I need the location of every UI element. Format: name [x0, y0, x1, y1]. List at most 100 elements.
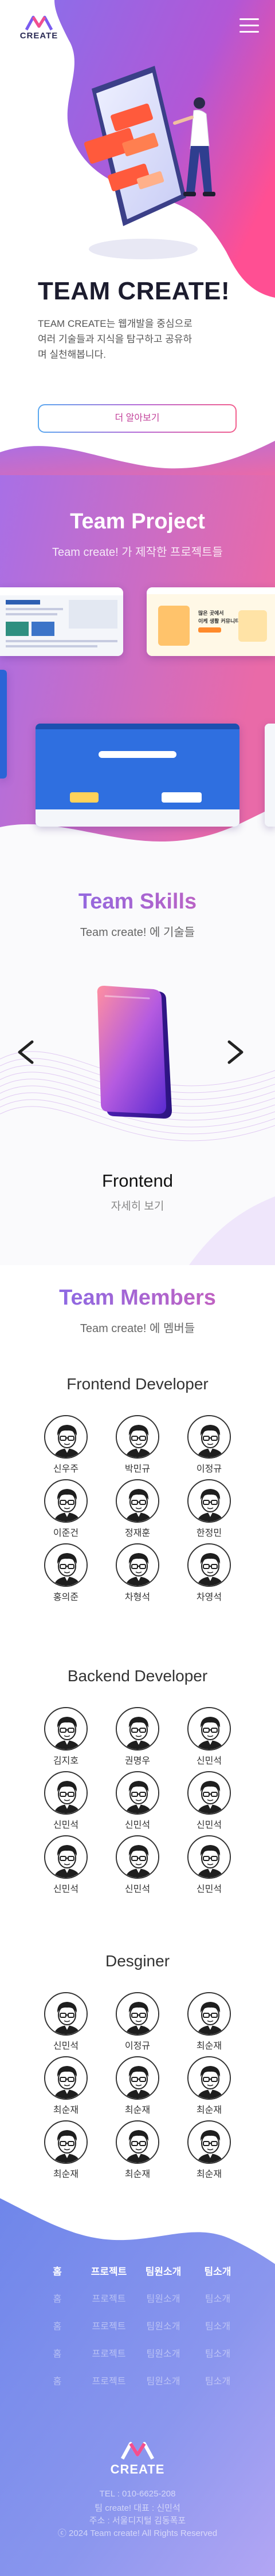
member-name: 신민석 [196, 1756, 222, 1766]
member-name: 차영석 [196, 1593, 222, 1602]
project-thumbnail[interactable] [36, 724, 239, 827]
member-name: 김지호 [53, 1756, 79, 1766]
footer-nav-link[interactable]: 홈 [34, 2291, 80, 2305]
footer-nav-link[interactable]: 팀원소개 [140, 2291, 186, 2305]
member-avatar [44, 1707, 88, 1751]
member-card[interactable]: 최순재 [112, 2120, 163, 2180]
member-card[interactable]: 최순재 [183, 1992, 235, 2052]
logo-text: CREATE [19, 31, 58, 41]
member-name: 차형석 [124, 1593, 151, 1602]
member-name: 최순재 [196, 2170, 222, 2179]
footer-logo[interactable]: CREATE [103, 2441, 172, 2477]
member-name: 신민석 [124, 1820, 151, 1830]
project-thumbnail-edge[interactable] [265, 724, 275, 827]
footer-nav-link[interactable]: 프로젝트 [86, 2318, 132, 2332]
project-thumbnail-edge[interactable] [0, 670, 7, 779]
skills-title: Team Skills [0, 890, 275, 914]
member-name: 권명우 [124, 1756, 151, 1766]
project-thumbnail[interactable]: 많은 곳에서 이케 생활 커뮤니티! [147, 587, 275, 656]
member-card[interactable]: 최순재 [40, 2056, 92, 2116]
footer-nav-link[interactable]: 팀원소개 [140, 2346, 186, 2360]
chevron-left-icon[interactable] [13, 1035, 38, 1069]
project-subtitle: Team create! 가 제작한 프로젝트들 [52, 546, 223, 559]
member-card[interactable]: 차형석 [112, 1543, 163, 1603]
member-card[interactable]: 박민규 [112, 1415, 163, 1475]
member-avatar [44, 1543, 88, 1587]
member-card[interactable]: 최순재 [40, 2120, 92, 2180]
footer-nav-link[interactable]: 팀소개 [195, 2318, 241, 2332]
footer-nav-link[interactable]: 팀원소개 [140, 2318, 186, 2332]
hero-title: TEAM CREATE! [38, 277, 230, 305]
chevron-right-icon[interactable] [223, 1035, 249, 1069]
member-card[interactable]: 신민석 [40, 1992, 92, 2052]
member-avatar [44, 1415, 88, 1459]
member-card[interactable]: 최순재 [183, 2120, 235, 2180]
member-name: 신민석 [53, 1820, 79, 1830]
member-card[interactable]: 신민석 [40, 1771, 92, 1831]
member-avatar [44, 2056, 88, 2100]
member-card[interactable]: 최순재 [183, 2056, 235, 2116]
member-name: 신민석 [124, 1884, 151, 1894]
footer-nav-heading[interactable]: 홈 [34, 2263, 80, 2278]
member-card[interactable]: 김지호 [40, 1707, 92, 1767]
footer-copyright: ⓒ 2024 Team create! All Rights Reserved [57, 2528, 218, 2538]
member-card[interactable]: 신민석 [183, 1835, 235, 1895]
member-card[interactable]: 홍의준 [40, 1543, 92, 1603]
member-card[interactable]: 신민석 [112, 1771, 163, 1831]
footer-nav-link[interactable]: 홈 [34, 2373, 80, 2387]
project-thumbnail[interactable] [0, 587, 123, 656]
member-avatar [44, 1992, 88, 2036]
skill-more-link[interactable]: 자세히 보기 [0, 1198, 275, 1213]
member-avatar [116, 2056, 159, 2100]
member-avatar [116, 1992, 159, 2036]
member-name: 최순재 [196, 2041, 222, 2051]
footer-nav-heading[interactable]: 프로젝트 [86, 2263, 132, 2278]
member-card[interactable]: 신민석 [112, 1835, 163, 1895]
member-card[interactable]: 이정규 [183, 1415, 235, 1475]
footer-nav-link[interactable]: 팀원소개 [140, 2373, 186, 2387]
hero-section: CREATE TEAM CREATE! TEAM CREATE는 웹개발을 중심… [0, 0, 275, 475]
member-avatar [44, 1771, 88, 1815]
member-card[interactable]: 신민석 [40, 1835, 92, 1895]
footer-nav-heading[interactable]: 팀소개 [195, 2263, 241, 2278]
member-card[interactable]: 정재훈 [112, 1479, 163, 1539]
member-name: 박민규 [124, 1464, 151, 1474]
hero-desc-line: TEAM CREATE는 웹개발을 중심으로 [38, 318, 192, 329]
member-avatar [187, 1992, 231, 2036]
member-name: 한정민 [196, 1528, 222, 1538]
footer-nav-link[interactable]: 프로젝트 [86, 2346, 132, 2360]
member-card[interactable]: 차영석 [183, 1543, 235, 1603]
footer-nav-link[interactable]: 프로젝트 [86, 2291, 132, 2305]
member-name: 최순재 [53, 2170, 79, 2179]
member-card[interactable]: 한정민 [183, 1479, 235, 1539]
members-title: Team Members [0, 1286, 275, 1310]
member-card[interactable]: 이정규 [112, 1992, 163, 2052]
member-card[interactable]: 신민석 [183, 1707, 235, 1767]
footer-nav-link[interactable]: 팀소개 [195, 2291, 241, 2305]
member-name: 최순재 [196, 2105, 222, 2115]
member-card[interactable]: 신민석 [183, 1771, 235, 1831]
site-footer: CREATE TEL : 010-6625-208 팀 create! 대표 :… [0, 2198, 275, 2576]
logo-mark-icon [25, 15, 53, 31]
member-name: 이준건 [53, 1528, 79, 1538]
footer-nav-heading[interactable]: 팀원소개 [140, 2263, 186, 2278]
footer-nav-link[interactable]: 홈 [34, 2318, 80, 2332]
device-3d-icon [97, 986, 172, 1119]
hero-desc-line: 며 실천해봅니다. [38, 349, 106, 360]
member-card[interactable]: 이준건 [40, 1479, 92, 1539]
member-card[interactable]: 최순재 [112, 2056, 163, 2116]
brand-logo[interactable]: CREATE [11, 15, 66, 41]
footer-nav-link[interactable]: 팀소개 [195, 2346, 241, 2360]
hamburger-menu-icon[interactable] [239, 18, 259, 35]
member-name: 최순재 [124, 2105, 151, 2115]
member-card[interactable]: 권명우 [112, 1707, 163, 1767]
member-name: 최순재 [53, 2105, 79, 2115]
footer-nav-link[interactable]: 홈 [34, 2346, 80, 2360]
member-avatar [187, 1835, 231, 1879]
learn-more-button[interactable]: 더 알아보기 [38, 404, 237, 433]
footer-nav-link[interactable]: 프로젝트 [86, 2373, 132, 2387]
footer-nav-link[interactable]: 팀소개 [195, 2373, 241, 2387]
member-card[interactable]: 신우주 [40, 1415, 92, 1475]
member-avatar [116, 1415, 159, 1459]
member-avatar [187, 2056, 231, 2100]
